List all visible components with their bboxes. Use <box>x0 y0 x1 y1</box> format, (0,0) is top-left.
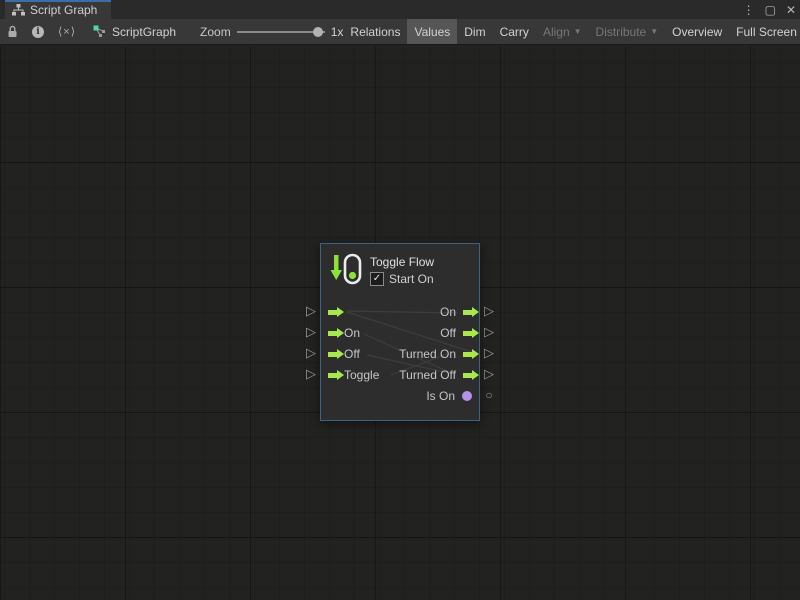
edit-source-button[interactable]: ⟨×⟩ <box>51 19 83 44</box>
tab-title: Script Graph <box>30 3 97 17</box>
output-port-row[interactable]: Is On <box>426 389 472 403</box>
graph-hierarchy-icon <box>12 4 25 16</box>
input-port-label: Toggle <box>344 368 379 382</box>
toggle-flow-node[interactable]: Toggle Flow ✓ Start On On Off <box>320 243 480 421</box>
values-button[interactable]: Values <box>407 19 457 44</box>
output-port-label: Off <box>440 326 456 340</box>
zoom-slider-handle[interactable] <box>313 27 323 37</box>
active-tab-indicator <box>5 0 111 2</box>
node-title: Toggle Flow <box>370 255 434 269</box>
input-port-label: Off <box>344 347 360 361</box>
menu-icon[interactable]: ⋮ <box>743 4 755 16</box>
boolean-port-icon[interactable] <box>462 391 472 401</box>
outer-output-port[interactable]: ▷ <box>482 325 496 338</box>
script-graph-icon <box>93 25 106 38</box>
zoom-slider-track[interactable] <box>237 31 325 33</box>
output-port-row[interactable]: Turned On <box>399 347 472 361</box>
overview-label: Overview <box>672 25 722 39</box>
tab-script-graph[interactable]: Script Graph <box>5 0 111 19</box>
outer-output-port[interactable]: ▷ <box>482 367 496 380</box>
info-icon: i <box>32 26 44 38</box>
input-port-row[interactable] <box>328 305 344 319</box>
flow-port-icon[interactable] <box>328 331 337 336</box>
caret-down-icon: ▼ <box>574 27 582 36</box>
toggle-flow-icon <box>330 252 362 286</box>
caret-down-icon: ▼ <box>650 27 658 36</box>
flow-port-icon[interactable] <box>463 352 472 357</box>
node-titlebox: Toggle Flow ✓ Start On <box>370 252 434 286</box>
align-label: Align <box>543 25 570 39</box>
output-port-label: Turned On <box>399 347 456 361</box>
zoom-control: Zoom 1x <box>200 19 343 44</box>
carry-button[interactable]: Carry <box>493 19 536 44</box>
carry-label: Carry <box>500 25 529 39</box>
graph-toolbar: i ⟨×⟩ ScriptGraph Zoom 1x Relations <box>0 19 800 45</box>
graph-breadcrumb[interactable]: ScriptGraph <box>83 19 186 44</box>
relations-button[interactable]: Relations <box>343 19 407 44</box>
flow-port-icon[interactable] <box>328 310 337 315</box>
output-port-row[interactable]: Turned Off <box>399 368 472 382</box>
zoom-slider[interactable] <box>237 27 325 37</box>
relations-label: Relations <box>350 25 400 39</box>
outer-output-port[interactable]: ▷ <box>482 304 496 317</box>
outer-input-port[interactable]: ▷ <box>304 325 318 338</box>
overview-button[interactable]: Overview <box>665 19 729 44</box>
graph-canvas[interactable]: ▷ ▷ ▷ ▷ ▷ ▷ ▷ ▷ ○ <box>0 46 800 600</box>
full-screen-button[interactable]: Full Screen <box>729 19 800 44</box>
output-port-label: Is On <box>426 389 455 403</box>
maximize-icon[interactable]: ▢ <box>765 4 776 16</box>
input-port-row[interactable]: On <box>328 326 360 340</box>
lock-button[interactable] <box>0 19 25 44</box>
distribute-dropdown[interactable]: Distribute ▼ <box>589 19 666 44</box>
script-graph-window: Script Graph ⋮ ▢ ✕ i ⟨×⟩ <box>0 0 800 600</box>
input-port-row[interactable]: Off <box>328 347 360 361</box>
inspect-button[interactable]: i <box>25 19 51 44</box>
code-icon: ⟨×⟩ <box>58 25 76 38</box>
flow-port-icon[interactable] <box>463 310 472 315</box>
dim-button[interactable]: Dim <box>457 19 492 44</box>
distribute-label: Distribute <box>596 25 647 39</box>
output-port-row[interactable]: Off <box>440 326 472 340</box>
align-dropdown[interactable]: Align ▼ <box>536 19 589 44</box>
close-icon[interactable]: ✕ <box>786 4 796 16</box>
outer-output-port-circle[interactable]: ○ <box>482 389 496 401</box>
node-header[interactable]: Toggle Flow ✓ Start On <box>330 252 434 286</box>
start-on-label: Start On <box>389 272 434 286</box>
flow-port-icon[interactable] <box>463 331 472 336</box>
start-on-setting: ✓ Start On <box>370 272 434 286</box>
lock-icon <box>7 25 18 38</box>
outer-output-port[interactable]: ▷ <box>482 346 496 359</box>
full-screen-label: Full Screen <box>736 25 797 39</box>
tab-bar: Script Graph ⋮ ▢ ✕ <box>0 0 800 19</box>
flow-port-icon[interactable] <box>328 373 337 378</box>
graph-name: ScriptGraph <box>112 25 176 39</box>
start-on-checkbox[interactable]: ✓ <box>370 272 384 286</box>
values-label: Values <box>414 25 450 39</box>
flow-port-icon[interactable] <box>328 352 337 357</box>
input-port-row[interactable]: Toggle <box>328 368 379 382</box>
output-port-label: On <box>440 305 456 319</box>
zoom-value: 1x <box>331 25 344 39</box>
zoom-label: Zoom <box>200 25 231 39</box>
input-port-label: On <box>344 326 360 340</box>
output-port-row[interactable]: On <box>440 305 472 319</box>
window-controls: ⋮ ▢ ✕ <box>743 0 796 19</box>
output-port-label: Turned Off <box>399 368 456 382</box>
outer-input-port[interactable]: ▷ <box>304 346 318 359</box>
flow-port-icon[interactable] <box>463 373 472 378</box>
outer-input-port[interactable]: ▷ <box>304 367 318 380</box>
outer-input-port[interactable]: ▷ <box>304 304 318 317</box>
dim-label: Dim <box>464 25 485 39</box>
